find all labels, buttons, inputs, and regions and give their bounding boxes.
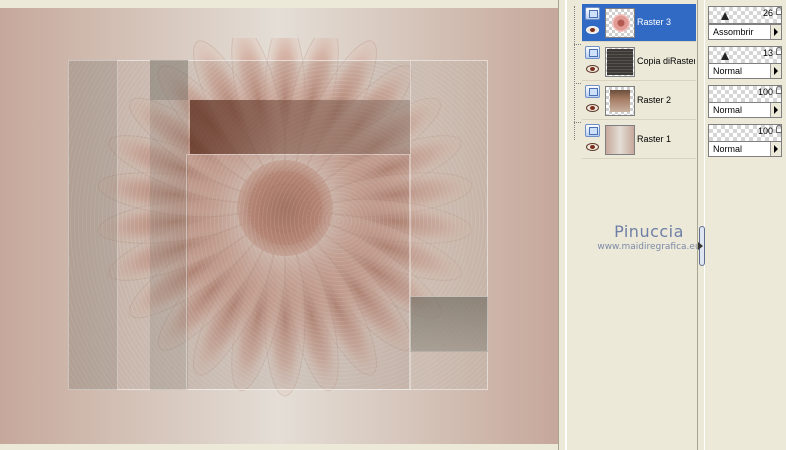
watermark-name: Pinuccia — [614, 222, 684, 241]
watermark-site: www.maidiregrafica.eu — [597, 242, 701, 252]
lock-icon[interactable] — [776, 7, 782, 15]
frame-left-strip — [68, 60, 118, 390]
layer-row-raster-3[interactable]: Raster 3 — [582, 4, 696, 42]
layer-row-copia-diraster[interactable]: Copia diRaster — [582, 43, 696, 81]
layer-group-icon[interactable] — [585, 7, 600, 20]
opacity-slider[interactable]: 100 — [708, 124, 782, 142]
layer-name: Raster 3 — [637, 17, 672, 27]
image-canvas[interactable] — [0, 8, 558, 444]
blend-mode-label: Normal — [713, 105, 743, 115]
layer-thumbnail — [605, 86, 635, 116]
layer-thumbnail — [605, 125, 635, 155]
opacity-slider[interactable]: 26 — [708, 6, 782, 24]
opacity-value: 100 — [757, 126, 773, 136]
canvas-area — [0, 0, 566, 450]
eye-icon[interactable] — [586, 65, 599, 73]
dropdown-arrow-icon[interactable] — [770, 142, 781, 156]
layer-row-raster-2[interactable]: Raster 2 — [582, 82, 696, 120]
layer-group-icon[interactable] — [585, 85, 600, 98]
blend-mode-label: Normal — [713, 66, 743, 76]
layer-name: Copia diRaster — [637, 56, 695, 66]
layer-thumbnail — [605, 47, 635, 77]
layer-tree-tick — [574, 122, 581, 123]
blend-mode-select[interactable]: Assombrir — [708, 24, 782, 40]
layer-name: Raster 1 — [637, 134, 672, 144]
layer-name: Raster 2 — [637, 95, 672, 105]
brown-rect-thumbnail — [610, 90, 630, 112]
frame-bottom-right-block — [410, 296, 488, 352]
frame-dark-band — [190, 100, 410, 154]
flower-thumbnail — [612, 14, 630, 32]
gradient-thumbnail — [606, 126, 634, 154]
opacity-value: 26 — [762, 8, 773, 18]
layer-group-icon[interactable] — [585, 46, 600, 59]
layer-tree-tick — [574, 44, 581, 45]
slider-triangle-icon — [721, 12, 729, 20]
layer-row-raster-1[interactable]: Raster 1 — [582, 121, 696, 159]
blend-mode-label: Assombrir — [713, 27, 754, 37]
dropdown-arrow-icon[interactable] — [770, 25, 781, 39]
eye-icon[interactable] — [586, 26, 599, 34]
opacity-value: 13 — [762, 48, 773, 58]
eye-icon[interactable] — [586, 143, 599, 151]
blend-mode-select[interactable]: Normal — [708, 141, 782, 157]
dropdown-arrow-icon[interactable] — [770, 103, 781, 117]
layer-group-icon[interactable] — [585, 124, 600, 137]
layer-tree-tick — [574, 83, 581, 84]
frame-column — [150, 60, 188, 390]
layer-thumbnail — [605, 8, 635, 38]
blend-mode-select[interactable]: Normal — [708, 102, 782, 118]
watermark: Pinuccia www.maidiregrafica.eu — [587, 222, 711, 252]
eye-icon[interactable] — [586, 104, 599, 112]
lock-icon[interactable] — [776, 125, 782, 133]
opacity-slider[interactable]: 13 — [708, 46, 782, 64]
blend-mode-label: Normal — [713, 144, 743, 154]
canvas-splitter[interactable] — [558, 0, 566, 450]
frame-top-block — [150, 60, 188, 100]
lock-icon[interactable] — [776, 47, 782, 55]
blend-mode-select[interactable]: Normal — [708, 63, 782, 79]
frame-inner — [186, 154, 410, 390]
expand-arrow-icon[interactable] — [698, 242, 703, 250]
layer-tree-line — [574, 6, 582, 140]
lock-icon[interactable] — [776, 86, 782, 94]
opacity-slider[interactable]: 100 — [708, 85, 782, 103]
dropdown-arrow-icon[interactable] — [770, 64, 781, 78]
opacity-value: 100 — [757, 87, 773, 97]
dark-texture-thumbnail — [607, 49, 633, 75]
slider-triangle-icon — [721, 52, 729, 60]
layers-palette: Raster 3 Copia diRaster Raster 2 Raster … — [566, 0, 786, 450]
